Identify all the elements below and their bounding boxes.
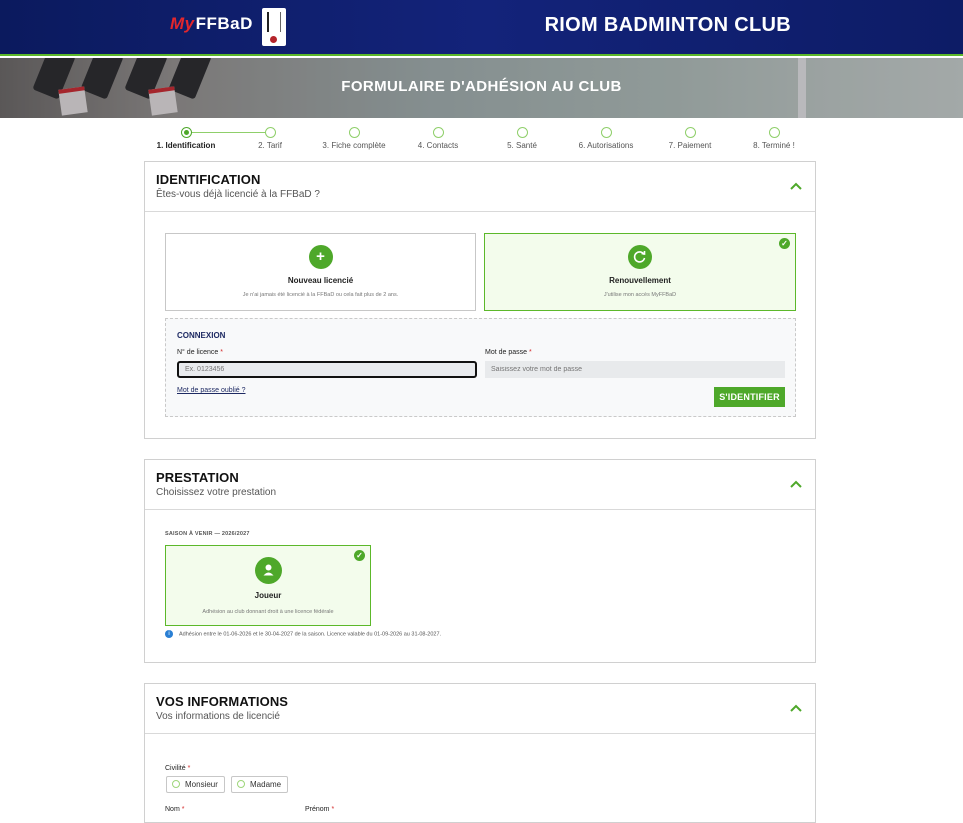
- player-option[interactable]: ✓ Joueur Adhésion au club donnant droit …: [165, 545, 371, 626]
- step-dot: [348, 127, 360, 138]
- plus-icon: +: [308, 245, 333, 269]
- license-label: N° de licence *: [177, 349, 223, 356]
- step-label: 8. Terminé !: [753, 141, 795, 150]
- step-termine: 8. Terminé !: [729, 124, 819, 150]
- required-mark: *: [220, 349, 224, 356]
- new-member-option[interactable]: + Nouveau licencié Je n'ai jamais été li…: [165, 233, 476, 311]
- password-label: Mot de passe *: [485, 349, 532, 356]
- option-title: Renouvellement: [609, 276, 671, 285]
- step-label: 3. Fiche complète: [322, 141, 386, 150]
- civility-monsieur-radio[interactable]: Monsieur: [166, 776, 225, 793]
- progress-stepper: 1. Identification 2. Tarif 3. Fiche comp…: [145, 124, 816, 156]
- step-fiche-complete: 3. Fiche complète: [309, 124, 399, 150]
- step-dot: [600, 127, 612, 138]
- club-logo: [262, 8, 286, 46]
- required-mark: *: [528, 349, 532, 356]
- club-logo-mark: [267, 12, 281, 32]
- info-text: Adhésion entre le 01-06-2026 et le 30-04…: [179, 631, 442, 638]
- hero-title: FORMULAIRE D'ADHÉSION AU CLUB: [341, 78, 622, 95]
- logo-my-text: My: [170, 14, 195, 33]
- radio-label: Madame: [250, 780, 282, 789]
- login-title: CONNEXION: [177, 331, 226, 340]
- informations-header[interactable]: VOS INFORMATIONS Vos informations de lic…: [145, 684, 815, 734]
- refresh-icon-glyph: [633, 251, 646, 263]
- login-button[interactable]: S'IDENTIFIER: [714, 387, 785, 407]
- user-icon-glyph: [263, 564, 273, 576]
- step-label: 4. Contacts: [417, 141, 459, 150]
- step-dot: [432, 127, 444, 138]
- season-label: SAISON À VENIR — 2026/2027: [165, 531, 250, 537]
- step-paiement: 7. Paiement: [645, 124, 735, 150]
- renewal-option[interactable]: ✓ Renouvellement J'utilise mon accès MyF…: [484, 233, 796, 311]
- step-dot: [684, 127, 696, 138]
- civility-madame-radio[interactable]: Madame: [231, 776, 289, 793]
- radio-circle: [172, 780, 180, 788]
- option-description: Adhésion au club donnant droit à une lic…: [202, 609, 334, 615]
- civility-label: Civilité *: [165, 765, 190, 772]
- chevron-up-icon[interactable]: [789, 701, 803, 715]
- identification-header[interactable]: IDENTIFICATION Êtes-vous déjà licencié à…: [145, 162, 815, 212]
- password-input[interactable]: [485, 361, 785, 378]
- login-box: CONNEXION N° de licence * Mot de passe *…: [165, 318, 796, 417]
- club-logo-dot: [270, 36, 277, 43]
- club-title: RIOM BADMINTON CLUB: [544, 14, 791, 36]
- season-info: i Adhésion entre le 01-06-2026 et le 30-0…: [165, 630, 441, 638]
- step-label: 2. Tarif: [258, 141, 282, 150]
- prestation-panel: PRESTATION Choisissez votre prestation S…: [144, 459, 816, 663]
- panel-subtitle: Vos informations de licencié: [156, 711, 280, 722]
- panel-subtitle: Êtes-vous déjà licencié à la FFBaD ?: [156, 189, 320, 200]
- logo-ffbad-text: FFBaD: [195, 14, 253, 33]
- step-contacts: 4. Contacts: [393, 124, 483, 150]
- panel-subtitle: Choisissez votre prestation: [156, 487, 277, 498]
- step-label: 7. Paiement: [668, 141, 712, 150]
- step-sante: 5. Santé: [477, 124, 567, 150]
- radio-circle: [237, 780, 245, 788]
- step-tarif: 2. Tarif: [225, 124, 315, 150]
- radio-label: Monsieur: [185, 780, 218, 789]
- step-label: 6. Autorisations: [578, 141, 634, 150]
- forgot-password-link[interactable]: Mot de passe oublié ?: [177, 387, 246, 394]
- prestation-header[interactable]: PRESTATION Choisissez votre prestation: [145, 460, 815, 510]
- info-icon: i: [165, 630, 173, 638]
- step-identification: 1. Identification: [141, 124, 231, 150]
- step-dot: [264, 127, 276, 138]
- step-label: 1. Identification: [156, 141, 216, 150]
- informations-panel: VOS INFORMATIONS Vos informations de lic…: [144, 683, 816, 823]
- label-text: N° de licence: [177, 349, 219, 356]
- option-description: J'utilise mon accès MyFFBaD: [603, 292, 677, 298]
- panel-title: IDENTIFICATION: [156, 172, 261, 187]
- license-number-input[interactable]: [177, 361, 477, 378]
- identification-panel: IDENTIFICATION Êtes-vous déjà licencié à…: [144, 161, 816, 439]
- check-icon: ✓: [779, 238, 790, 249]
- required-mark: *: [187, 765, 191, 772]
- option-description: Je n'ai jamais été licencié à la FFBaD o…: [242, 292, 399, 298]
- option-title: Nouveau licencié: [287, 276, 354, 285]
- user-icon: [254, 557, 282, 584]
- label-text: Civilité: [165, 765, 186, 772]
- panel-title: VOS INFORMATIONS: [156, 694, 289, 709]
- myffbad-logo[interactable]: MyFFBaD: [170, 14, 253, 34]
- step-dot: [768, 127, 780, 138]
- step-label: 5. Santé: [507, 141, 537, 150]
- label-text: Mot de passe: [485, 349, 528, 356]
- option-title: Joueur: [254, 591, 282, 600]
- chevron-up-icon[interactable]: [789, 477, 803, 491]
- step-dot: [180, 127, 192, 138]
- check-icon: ✓: [354, 550, 365, 561]
- step-dot: [516, 127, 528, 138]
- step-autorisations: 6. Autorisations: [561, 124, 651, 150]
- refresh-icon: [628, 245, 652, 269]
- chevron-up-icon[interactable]: [789, 179, 803, 193]
- hero-banner: FORMULAIRE D'ADHÉSION AU CLUB: [0, 58, 963, 118]
- top-bar: MyFFBaD RIOM BADMINTON CLUB: [0, 0, 963, 56]
- panel-title: PRESTATION: [156, 470, 239, 485]
